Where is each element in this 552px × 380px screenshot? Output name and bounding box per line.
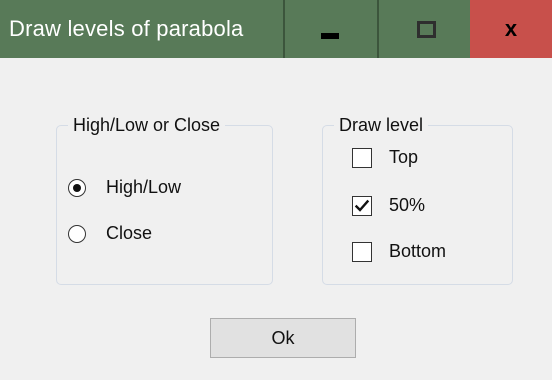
radio-selected-dot [73,184,81,192]
draw-level-group: Draw level Top 50% Bottom [322,112,513,285]
radio-close-circle[interactable] [68,225,86,243]
dialog-window: Draw levels of parabola x High/Low or Cl… [0,0,552,380]
radio-high-low-circle[interactable] [68,179,86,197]
minimize-button[interactable] [283,0,377,58]
checkbox-50-percent-box[interactable] [352,196,372,216]
radio-close-label[interactable]: Close [106,221,152,245]
checkbox-bottom-label[interactable]: Bottom [389,239,446,263]
checkbox-bottom-box[interactable] [352,242,372,262]
checkbox-top-box[interactable] [352,148,372,168]
checkbox-50-percent-label[interactable]: 50% [389,193,425,217]
minimize-icon [321,33,339,39]
radio-high-low-label[interactable]: High/Low [106,175,181,199]
maximize-button[interactable] [377,0,470,58]
close-icon: x [504,16,518,41]
ok-button[interactable]: Ok [210,318,356,358]
high-low-close-group-title: High/Low or Close [68,112,226,138]
draw-level-group-title: Draw level [334,112,429,138]
checkbox-top-label[interactable]: Top [389,145,418,169]
high-low-close-group: High/Low or Close High/Low Close [56,112,273,285]
title-bar[interactable]: Draw levels of parabola x [0,0,552,58]
window-title: Draw levels of parabola [9,16,244,41]
close-button[interactable]: x [470,0,552,58]
maximize-icon [417,21,436,38]
checkmark-icon [354,199,370,212]
